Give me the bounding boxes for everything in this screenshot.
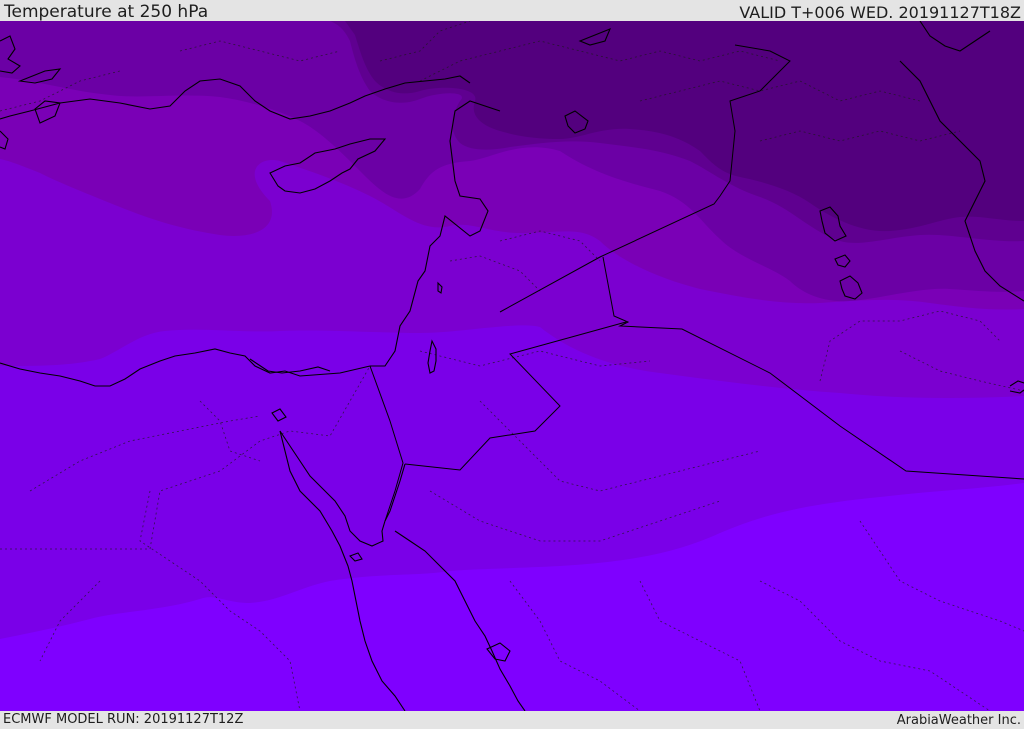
header-bar: Temperature at 250 hPa VALID T+006 WED. … [0, 0, 1024, 22]
credit: ArabiaWeather Inc. [896, 713, 1021, 728]
map-title: Temperature at 250 hPa [4, 2, 209, 22]
temperature-map[interactable] [0, 21, 1024, 711]
valid-time: VALID T+006 WED. 20191127T18Z [739, 3, 1021, 22]
footer-bar: ECMWF MODEL RUN: 20191127T12Z ArabiaWeat… [0, 711, 1024, 729]
model-run: ECMWF MODEL RUN: 20191127T12Z [3, 712, 244, 727]
